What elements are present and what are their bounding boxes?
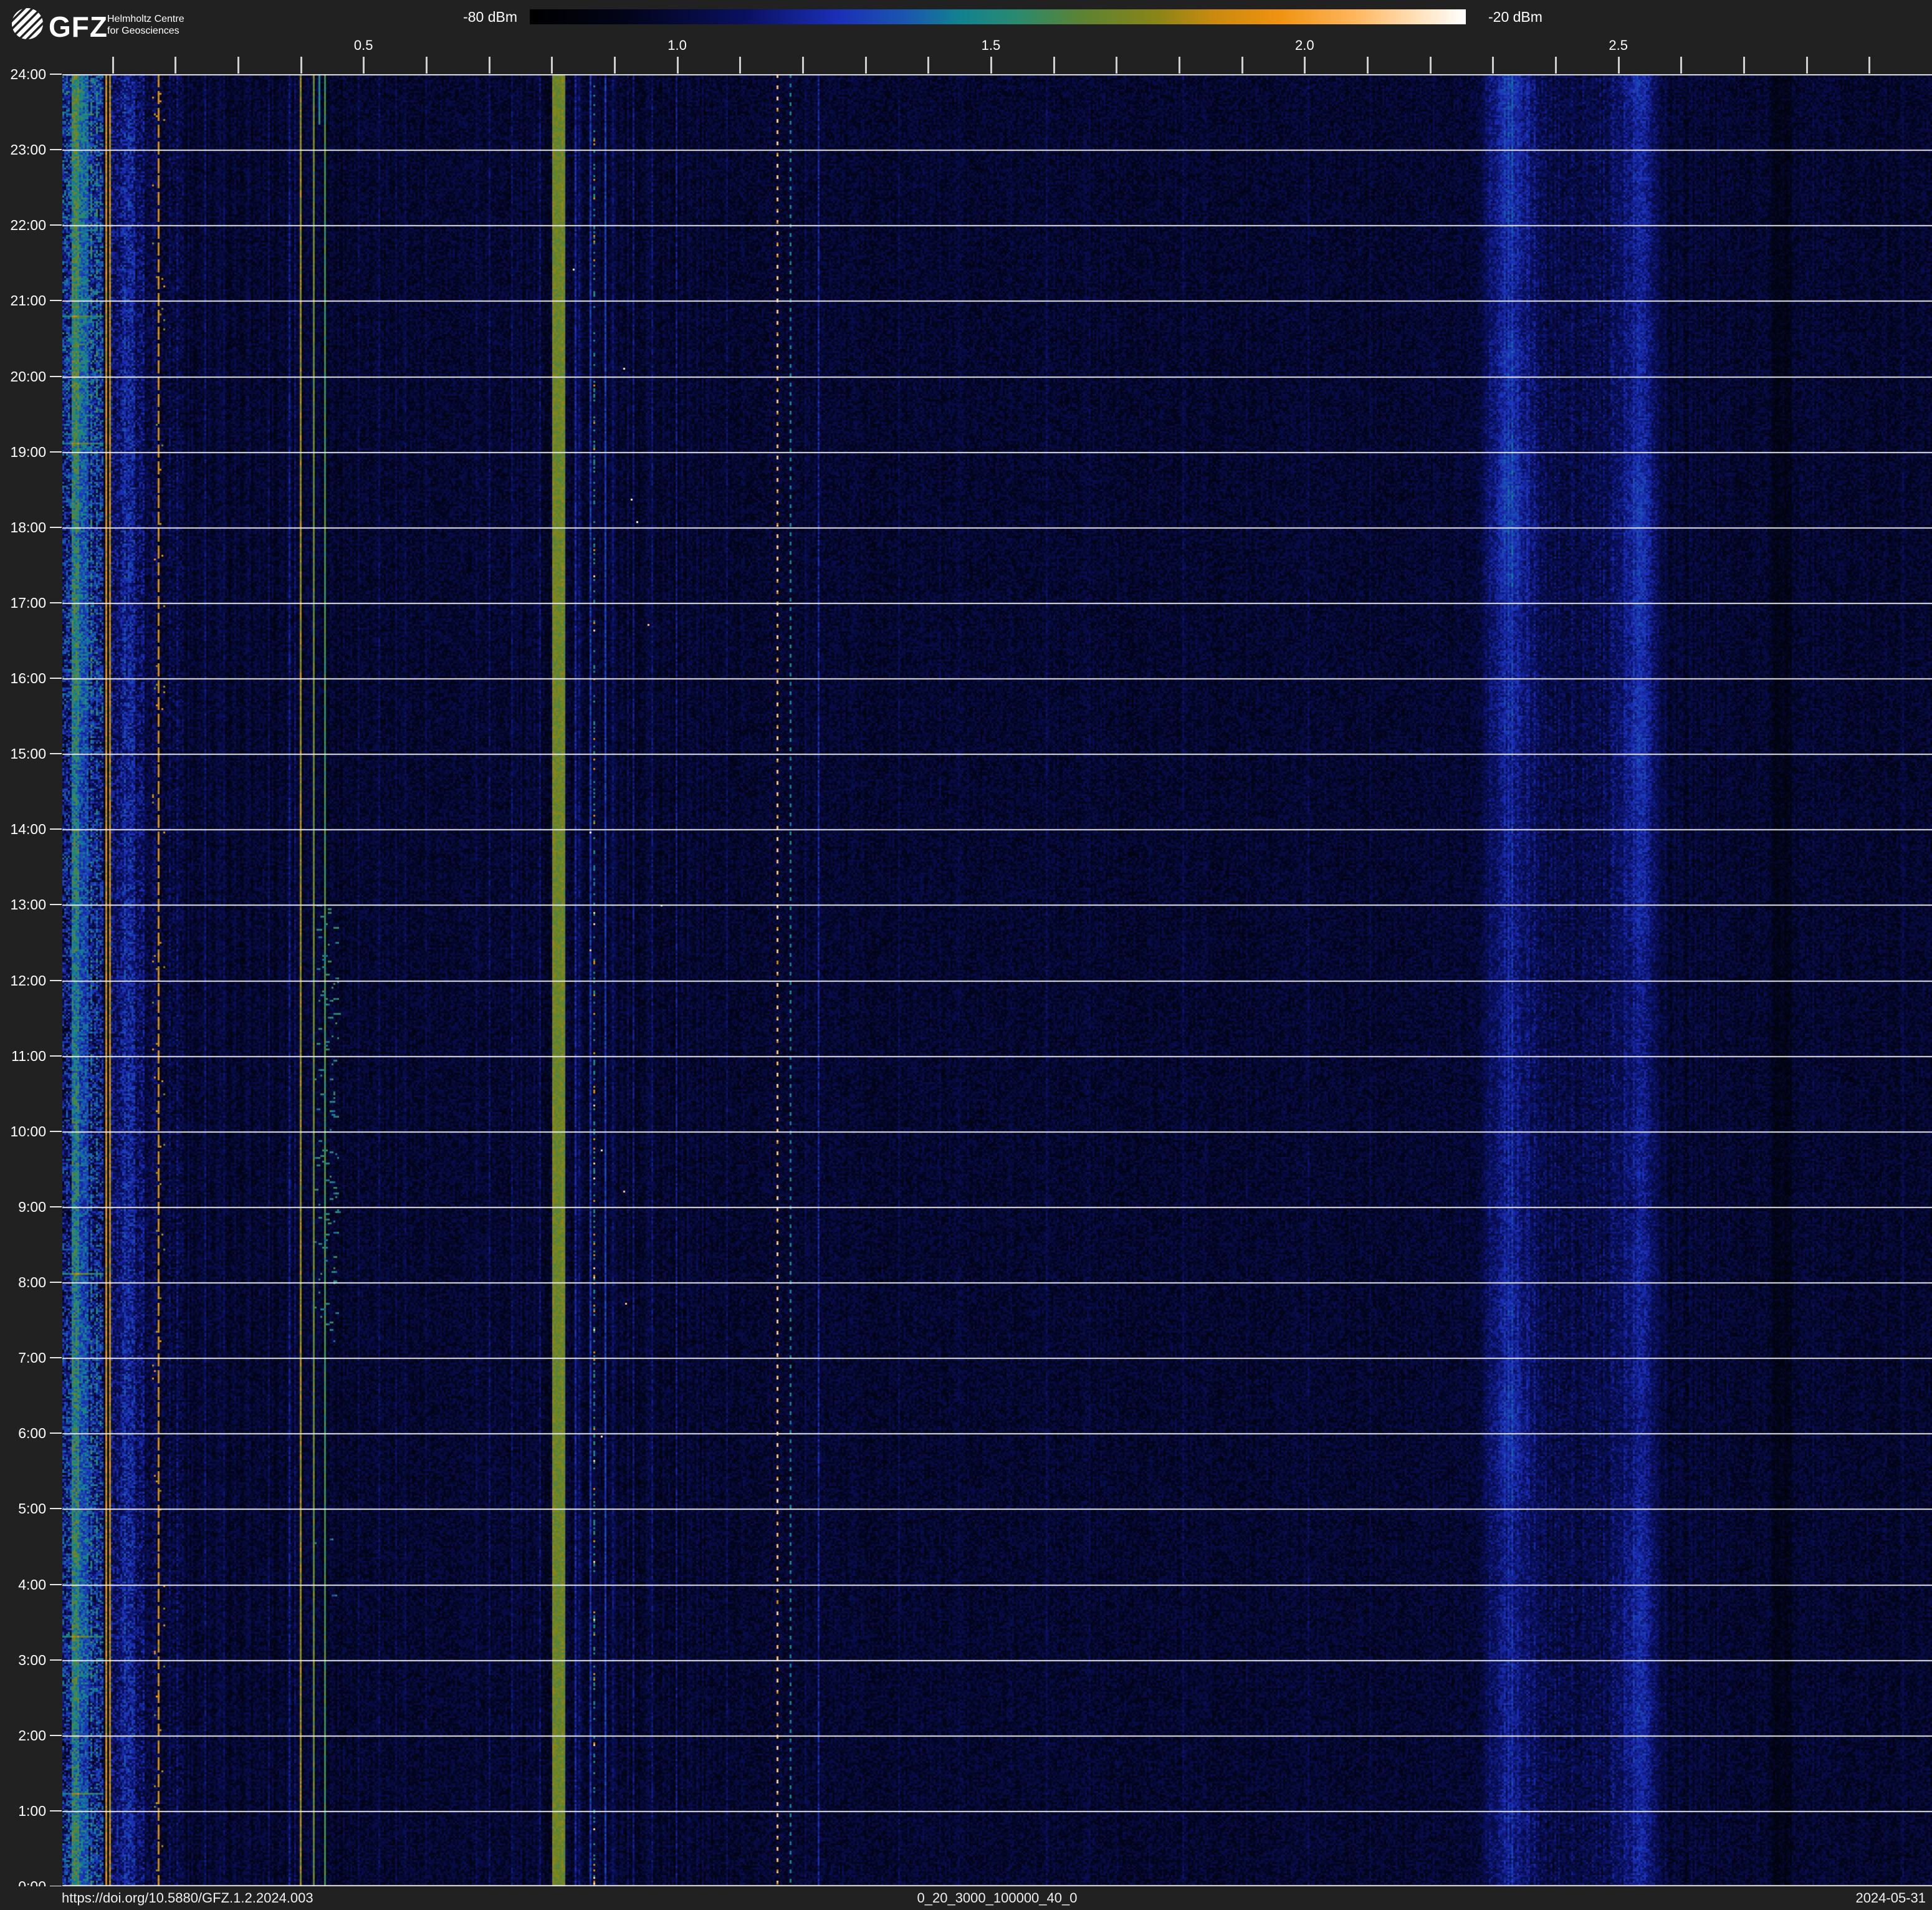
freq-minor-tick: [237, 57, 239, 74]
time-tick: [50, 1282, 62, 1283]
time-tick-label: 9:00: [0, 1199, 46, 1215]
time-tick-label: 14:00: [0, 821, 46, 837]
freq-tick-label: 0.5: [354, 37, 373, 54]
freq-tick-label: 1.0: [667, 37, 687, 54]
freq-minor-tick: [1179, 57, 1180, 74]
freq-minor-tick: [300, 57, 302, 74]
time-tick: [50, 828, 62, 830]
gfz-globe-icon: [11, 7, 44, 40]
time-tick: [50, 451, 62, 453]
time-tick-label: 1:00: [0, 1803, 46, 1819]
freq-minor-tick: [1053, 57, 1055, 74]
freq-minor-tick: [489, 57, 490, 74]
tagline-line2: for Geosciences: [107, 25, 184, 37]
time-tick-label: 24:00: [0, 66, 46, 82]
freq-minor-tick: [1430, 57, 1432, 74]
time-tick-label: 11:00: [0, 1048, 46, 1064]
time-tick-label: 10:00: [0, 1123, 46, 1140]
tagline-line1: Helmholtz Centre: [107, 13, 184, 25]
freq-minor-tick: [614, 57, 616, 74]
freq-tick-label: 1.5: [982, 37, 1001, 54]
freq-minor-tick: [1680, 57, 1682, 74]
spectrogram-canvas: [62, 74, 1932, 1886]
time-tick-label: 13:00: [0, 896, 46, 913]
freq-minor-tick: [927, 57, 929, 74]
time-tick: [50, 376, 62, 377]
time-tick: [50, 980, 62, 981]
time-tick-label: 2:00: [0, 1727, 46, 1744]
freq-minor-tick: [1367, 57, 1369, 74]
time-tick-label: 4:00: [0, 1576, 46, 1593]
freq-minor-tick: [1555, 57, 1557, 74]
time-tick: [50, 1357, 62, 1358]
time-tick: [50, 1508, 62, 1509]
time-tick: [50, 678, 62, 679]
time-tick: [50, 74, 62, 75]
time-tick-label: 7:00: [0, 1350, 46, 1366]
logo-text: GFZ: [49, 10, 108, 44]
freq-minor-tick: [739, 57, 741, 74]
time-tick-label: 16:00: [0, 670, 46, 686]
freq-minor-tick: [1618, 57, 1620, 74]
time-tick: [50, 1432, 62, 1434]
time-tick: [50, 1810, 62, 1812]
freq-tick-label: 2.5: [1609, 37, 1628, 54]
time-tick: [50, 527, 62, 528]
time-tick-label: 18:00: [0, 519, 46, 535]
logo-tagline: Helmholtz Centre for Geosciences: [107, 13, 184, 37]
time-tick-label: 20:00: [0, 368, 46, 385]
freq-tick-label: 2.0: [1295, 37, 1314, 54]
freq-minor-tick: [551, 57, 553, 74]
dataset-filename: 0_20_3000_100000_40_0: [917, 1886, 1078, 1910]
time-tick-label: 17:00: [0, 595, 46, 611]
colorbar-gradient: [530, 9, 1466, 24]
freq-minor-tick: [175, 57, 176, 74]
footer: https://doi.org/10.5880/GFZ.1.2.2024.003…: [0, 1886, 1932, 1910]
time-tick-label: 5:00: [0, 1500, 46, 1517]
time-tick-label: 3:00: [0, 1652, 46, 1668]
spectrogram-page: GFZ Helmholtz Centre for Geosciences -80…: [0, 0, 1932, 1910]
time-tick: [50, 1131, 62, 1132]
freq-minor-tick: [1806, 57, 1808, 74]
time-tick: [50, 1735, 62, 1736]
time-tick: [50, 300, 62, 301]
time-tick-label: 21:00: [0, 292, 46, 309]
time-tick-label: 12:00: [0, 972, 46, 989]
freq-minor-tick: [802, 57, 804, 74]
time-tick: [50, 149, 62, 150]
time-tick: [50, 1055, 62, 1057]
freq-minor-tick: [1868, 57, 1870, 74]
freq-minor-tick: [1304, 57, 1306, 74]
time-tick: [50, 1584, 62, 1585]
doi-link[interactable]: https://doi.org/10.5880/GFZ.1.2.2024.003: [62, 1886, 313, 1910]
freq-minor-tick: [363, 57, 365, 74]
time-tick-label: 22:00: [0, 217, 46, 233]
freq-minor-tick: [865, 57, 867, 74]
time-tick: [50, 602, 62, 603]
freq-minor-tick: [112, 57, 114, 74]
freq-minor-tick: [990, 57, 992, 74]
freq-minor-tick: [1492, 57, 1494, 74]
time-tick: [50, 904, 62, 905]
time-tick-label: 19:00: [0, 444, 46, 460]
time-tick: [50, 224, 62, 226]
time-tick: [50, 1659, 62, 1661]
time-tick-label: 23:00: [0, 142, 46, 158]
time-tick-label: 6:00: [0, 1425, 46, 1441]
colorbar-min-label: -80 dBm: [399, 9, 517, 24]
time-tick-label: 8:00: [0, 1274, 46, 1290]
colorbar-max-label: -20 dBm: [1488, 9, 1625, 24]
freq-minor-tick: [1116, 57, 1117, 74]
freq-minor-tick: [677, 57, 679, 74]
time-tick: [50, 753, 62, 754]
freq-minor-tick: [1743, 57, 1745, 74]
gfz-logo: GFZ Helmholtz Centre for Geosciences: [10, 5, 272, 44]
time-tick: [50, 1206, 62, 1207]
freq-minor-tick: [1241, 57, 1243, 74]
freq-minor-tick: [426, 57, 428, 74]
time-tick-label: 15:00: [0, 746, 46, 762]
date-label: 2024-05-31: [1855, 1886, 1926, 1910]
